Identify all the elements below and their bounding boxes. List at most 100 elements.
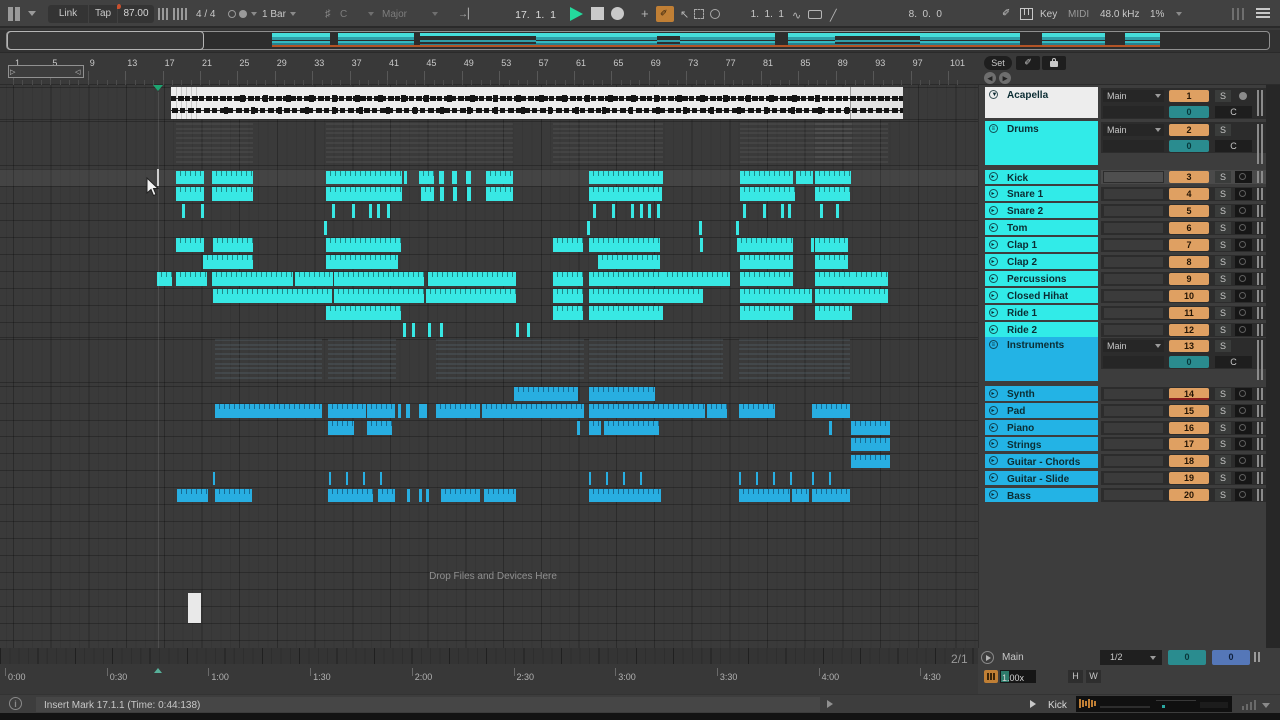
clip-tom[interactable] xyxy=(324,221,327,235)
device-box[interactable] xyxy=(1103,239,1164,251)
clip-pad[interactable] xyxy=(739,404,775,418)
clip-guitar-slide[interactable] xyxy=(380,472,382,486)
clip-kick[interactable] xyxy=(589,171,663,185)
clip-snare-2[interactable] xyxy=(593,204,596,218)
solo-button[interactable]: S xyxy=(1215,290,1231,302)
clip-kick[interactable] xyxy=(486,171,513,185)
key-map-button[interactable]: Key xyxy=(1040,9,1057,20)
clip-tom[interactable] xyxy=(736,221,739,235)
clip-guitar-slide[interactable] xyxy=(606,472,608,486)
device-box[interactable] xyxy=(1103,472,1164,484)
clip-clap-1[interactable] xyxy=(176,238,204,252)
scale-chevron-icon[interactable] xyxy=(432,12,438,16)
clip-bass[interactable] xyxy=(441,489,480,503)
solo-button[interactable]: S xyxy=(1215,307,1231,319)
clip-snare-2[interactable] xyxy=(369,204,372,218)
track-fold-icon[interactable]: ≡ xyxy=(989,124,998,133)
clip-snare-2[interactable] xyxy=(648,204,651,218)
clip-guitar-slide[interactable] xyxy=(623,472,625,486)
clip-kick[interactable] xyxy=(326,171,402,185)
device-box[interactable] xyxy=(1103,188,1164,200)
track-name-piano[interactable]: ▸Piano xyxy=(985,420,1098,435)
clip-synth[interactable] xyxy=(589,387,655,401)
track-play-icon[interactable]: ▸ xyxy=(989,189,998,198)
clip-snare-2[interactable] xyxy=(788,204,791,218)
clip-bass[interactable] xyxy=(812,489,850,503)
device-box[interactable] xyxy=(1103,256,1164,268)
clip-snare-2[interactable] xyxy=(836,204,839,218)
acapella-audio-clip[interactable] xyxy=(171,87,903,119)
clip-closed-hihat[interactable] xyxy=(815,289,888,303)
clip-guitar-slide[interactable] xyxy=(756,472,758,486)
clip-guitar-slide[interactable] xyxy=(812,472,814,486)
io-main-dropdown[interactable]: Main xyxy=(1103,90,1164,102)
metronome-bars-icon[interactable] xyxy=(158,8,160,20)
menu-icon[interactable] xyxy=(1256,12,1270,14)
clip-ride-2[interactable] xyxy=(440,323,443,337)
clip-clap-1[interactable] xyxy=(737,238,793,252)
track-name-percussions[interactable]: ▸Percussions xyxy=(985,271,1098,286)
layout-pane-icon2[interactable] xyxy=(15,7,20,21)
clip-snare-2[interactable] xyxy=(657,204,660,218)
clip-bass[interactable] xyxy=(215,489,252,503)
clip-snare-2[interactable] xyxy=(820,204,823,218)
link-button[interactable]: Link xyxy=(48,5,88,23)
clip-pad[interactable] xyxy=(482,404,584,418)
metronome-chevron-icon[interactable] xyxy=(251,12,257,16)
clip-clap-2[interactable] xyxy=(815,255,848,269)
clip-pad[interactable] xyxy=(812,404,850,418)
freeze-button[interactable] xyxy=(1235,188,1252,200)
track-number-box[interactable]: 1 xyxy=(1169,90,1209,102)
metronome-bars-icon2[interactable] xyxy=(185,8,187,20)
input-box[interactable] xyxy=(1103,356,1164,368)
freeze-button[interactable] xyxy=(1235,438,1252,450)
track-play-icon[interactable]: ▸ xyxy=(989,456,998,465)
track-number-box[interactable]: 8 xyxy=(1169,256,1209,268)
track-number-box[interactable]: 14 xyxy=(1169,388,1209,400)
track-fold-icon[interactable]: ▼ xyxy=(989,90,998,99)
track-play-icon[interactable]: ▸ xyxy=(989,291,998,300)
solo-button[interactable]: S xyxy=(1215,222,1231,234)
clip-bass[interactable] xyxy=(177,489,208,503)
pointer-tool-icon[interactable]: ↖ xyxy=(680,8,689,21)
solo-button[interactable]: S xyxy=(1215,472,1231,484)
track-play-icon[interactable]: ▸ xyxy=(989,389,998,398)
clip-percussions[interactable] xyxy=(815,272,852,286)
clip-guitar-slide[interactable] xyxy=(640,472,642,486)
clip-piano[interactable] xyxy=(328,421,354,435)
clip-kick[interactable] xyxy=(466,171,471,185)
tap-tempo-button[interactable]: Tap xyxy=(89,5,117,23)
freeze-button[interactable] xyxy=(1235,455,1252,467)
overview-visible-region[interactable] xyxy=(7,31,204,50)
metronome-dot-icon[interactable] xyxy=(239,10,247,18)
clip-bass[interactable] xyxy=(378,489,395,503)
clip-kick[interactable] xyxy=(176,171,204,185)
track-name-kick[interactable]: ▸Kick xyxy=(985,170,1098,185)
device-box[interactable] xyxy=(1103,307,1164,319)
clip-tom[interactable] xyxy=(587,221,590,235)
clip-snare-2[interactable] xyxy=(781,204,784,218)
track-number-box[interactable]: 7 xyxy=(1169,239,1209,251)
clip-guitar-slide[interactable] xyxy=(773,472,775,486)
clip-guitar-slide[interactable] xyxy=(739,472,741,486)
track-number-box[interactable]: 17 xyxy=(1169,438,1209,450)
device-box[interactable] xyxy=(1103,222,1164,234)
freeze-button[interactable] xyxy=(1235,273,1252,285)
track-number-box[interactable]: 19 xyxy=(1169,472,1209,484)
clip-snare-2[interactable] xyxy=(763,204,766,218)
track-number-box[interactable]: 6 xyxy=(1169,222,1209,234)
clip-snare-1[interactable] xyxy=(740,187,795,201)
clip-ride-1[interactable] xyxy=(326,306,401,320)
clip-closed-hihat[interactable] xyxy=(213,289,332,303)
clip-snare-1[interactable] xyxy=(815,187,850,201)
tempo-field[interactable]: 87.00 xyxy=(118,5,154,23)
quantize-chevron-icon[interactable] xyxy=(290,12,296,16)
clip-snare-1[interactable] xyxy=(176,187,204,201)
scale-field[interactable]: Major xyxy=(382,9,407,20)
clip-percussions[interactable] xyxy=(157,272,172,286)
clip-pad[interactable] xyxy=(406,404,410,418)
crossfade-button[interactable]: C xyxy=(1215,106,1252,118)
clip-snare-2[interactable] xyxy=(640,204,643,218)
clip-snare-2[interactable] xyxy=(377,204,380,218)
track-name-closed-hihat[interactable]: ▸Closed Hihat xyxy=(985,288,1098,303)
